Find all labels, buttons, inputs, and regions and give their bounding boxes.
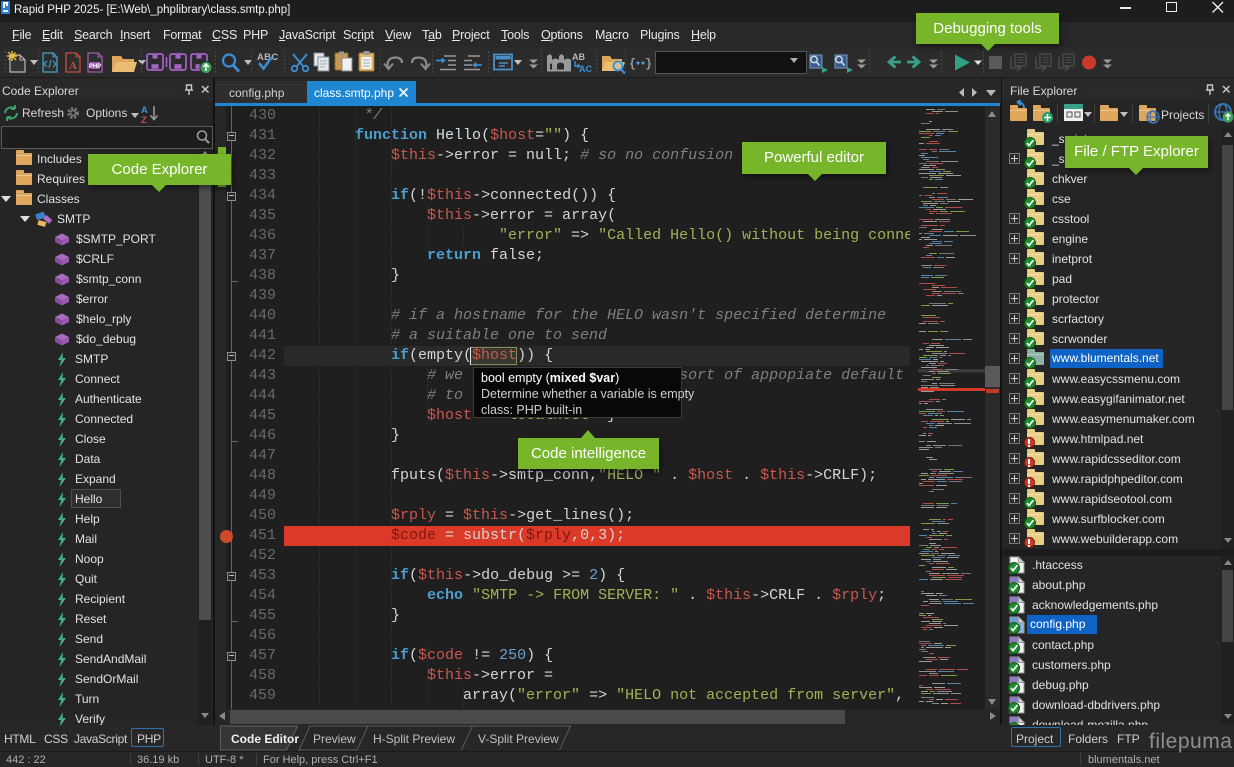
svg-text:AC: AC	[579, 64, 592, 74]
svg-text:Z: Z	[141, 115, 147, 124]
svg-text:AB: AB	[572, 52, 585, 62]
svg-text:PHP: PHP	[89, 64, 101, 70]
svg-text:A: A	[69, 60, 77, 72]
svg-text:{: {	[629, 57, 636, 71]
svg-text:}: }	[645, 57, 652, 71]
